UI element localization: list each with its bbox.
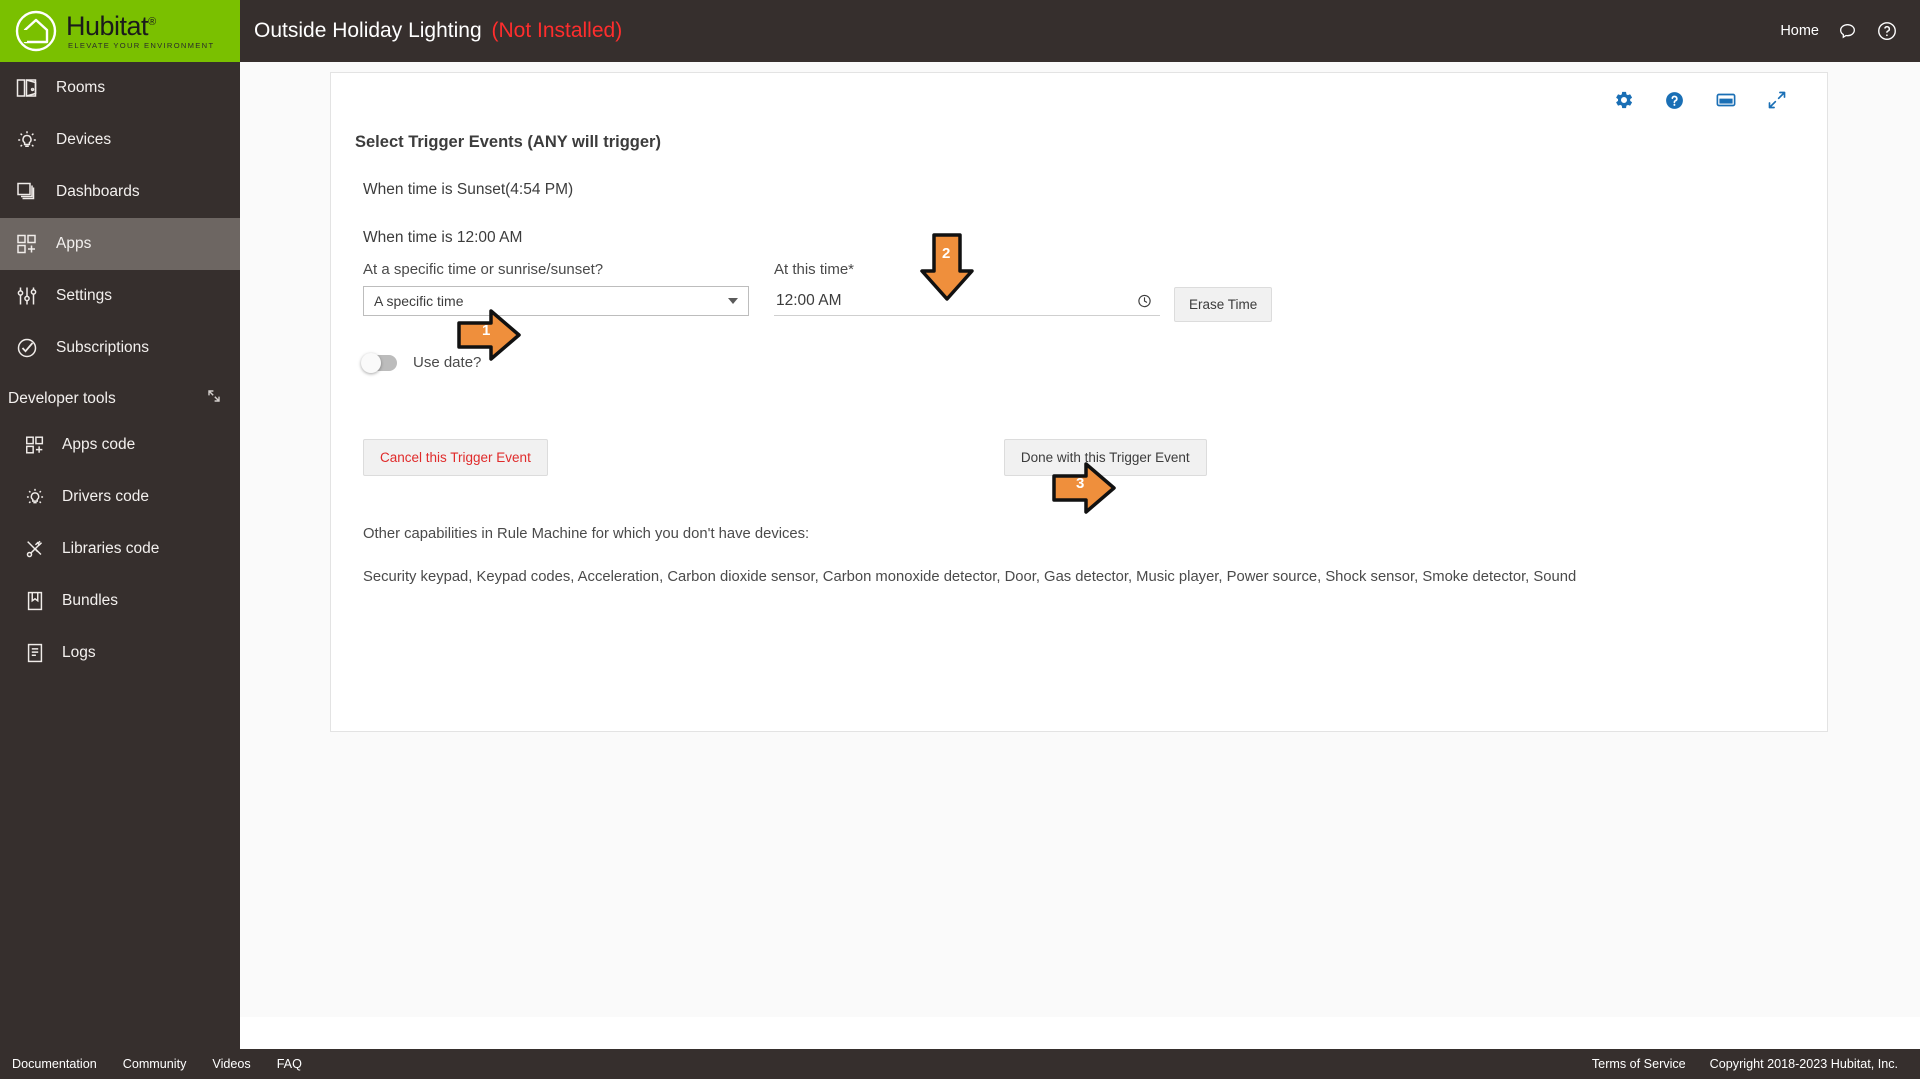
sidebar-item-label: Settings [56,287,113,304]
sidebar-item-label: Subscriptions [56,339,150,356]
sidebar-item-label: Logs [62,644,96,661]
capabilities-title: Other capabilities in Rule Machine for w… [363,526,810,542]
sidebar-item-dashboards[interactable]: Dashboards [0,166,240,218]
brand-name: Hubitat [66,10,149,41]
trigger-config-row: At a specific time or sunrise/sunset? A … [363,261,1827,322]
logs-icon [22,640,48,666]
card-toolbar [331,73,1827,111]
toggle-knob [361,352,381,373]
use-date-toggle[interactable] [361,352,397,373]
sidebar-item-label: Drivers code [62,488,149,505]
sidebar-item-apps[interactable]: Apps [0,218,240,270]
time-mode-field: At a specific time or sunrise/sunset? A … [363,261,755,316]
footer: Documentation Community Videos FAQ Terms… [0,1049,1920,1079]
at-this-time-value: 12:00 AM [776,291,842,309]
sidebar-item-label: Bundles [62,592,119,609]
primary-nav: Rooms Devices Dashboards Apps Settings S… [0,62,240,679]
topbar-actions: Home [1780,20,1898,42]
sidebar-item-apps-code[interactable]: Apps code [0,419,240,471]
chevron-down-icon [728,298,738,304]
rooms-icon [14,75,40,101]
hubitat-house-icon [14,9,58,53]
libraries-code-icon [22,536,48,562]
sidebar-item-libraries-code[interactable]: Libraries code [0,523,240,575]
time-mode-value: A specific time [374,293,464,309]
at-this-time-input[interactable]: 12:00 AM [774,286,1160,316]
collapse-icon[interactable] [206,388,222,409]
help-icon[interactable] [1664,90,1685,111]
drivers-code-icon [22,484,48,510]
bundles-icon [22,588,48,614]
done-trigger-event-button[interactable]: Done with this Trigger Event [1003,439,1207,476]
time-mode-label: At a specific time or sunrise/sunset? [363,261,604,278]
footer-legal: Terms of Service Copyright 2018-2023 Hub… [1592,1057,1898,1071]
footer-link-community[interactable]: Community [123,1057,187,1071]
app-card: Select Trigger Events (ANY will trigger)… [330,72,1828,732]
clock-icon[interactable] [1137,293,1152,308]
cancel-trigger-event-button[interactable]: Cancel this Trigger Event [363,439,548,476]
trigger-event-item[interactable]: When time is Sunset(4:54 PM) [363,181,1827,199]
install-status-badge: (Not Installed) [491,19,623,42]
sidebar-item-label: Apps [56,235,92,252]
main-area: Select Trigger Events (ANY will trigger)… [240,62,1920,1017]
developer-tools-section[interactable]: Developer tools [0,374,240,419]
brand-tagline: ELEVATE YOUR ENVIRONMENT [68,40,215,50]
sidebar-item-rooms[interactable]: Rooms [0,62,240,114]
footer-link-videos[interactable]: Videos [212,1057,250,1071]
sidebar-item-label: Dashboards [56,183,140,200]
window-icon[interactable] [1715,89,1737,111]
card-content: Select Trigger Events (ANY will trigger)… [331,111,1827,585]
use-date-row: Use date? [361,352,1827,373]
page-title-text: Outside Holiday Lighting [254,19,482,42]
at-this-time-field: At this time* 12:00 AM Erase Time [774,261,1273,322]
apps-icon [14,231,40,257]
devices-icon [14,127,40,153]
time-mode-select[interactable]: A specific time [363,286,749,316]
trigger-event-item[interactable]: When time is 12:00 AM [363,229,1827,247]
gear-icon[interactable] [1614,90,1634,110]
settings-icon [14,283,40,309]
sidebar-item-label: Rooms [56,79,106,96]
footer-links: Documentation Community Videos FAQ [12,1057,302,1071]
sidebar-item-label: Devices [56,131,112,148]
apps-code-icon [22,432,48,458]
action-buttons-row: Cancel this Trigger Event Done with this… [363,439,1827,476]
sidebar-item-label: Libraries code [62,540,160,557]
topbar: Outside Holiday Lighting (Not Installed)… [240,0,1920,62]
page-title: Outside Holiday Lighting (Not Installed) [254,19,622,43]
copyright-text: Copyright 2018-2023 Hubitat, Inc. [1709,1057,1898,1071]
sidebar-item-subscriptions[interactable]: Subscriptions [0,322,240,374]
brand-logo[interactable]: Hubitat® ELEVATE YOUR ENVIRONMENT [0,0,240,62]
sidebar: Hubitat® ELEVATE YOUR ENVIRONMENT Rooms [0,0,240,1079]
at-this-time-label: At this time* [774,261,855,278]
developer-tools-label: Developer tools [8,389,116,407]
expand-icon[interactable] [1767,90,1787,110]
capabilities-list: Security keypad, Keypad codes, Accelerat… [363,569,1577,585]
help-circle-icon[interactable] [1876,20,1898,42]
sidebar-item-settings[interactable]: Settings [0,270,240,322]
sidebar-item-drivers-code[interactable]: Drivers code [0,471,240,523]
developer-tools-nav: Apps code Drivers code Libraries code Bu… [0,419,240,679]
subscriptions-icon [14,335,40,361]
terms-of-service-link[interactable]: Terms of Service [1592,1057,1686,1071]
chat-bubble-icon[interactable] [1837,21,1858,42]
footer-link-documentation[interactable]: Documentation [12,1057,97,1071]
home-link[interactable]: Home [1780,23,1819,39]
app-root: Hubitat® ELEVATE YOUR ENVIRONMENT Rooms [0,0,1920,1079]
sidebar-item-label: Apps code [62,436,136,453]
dashboards-icon [14,179,40,205]
erase-time-button[interactable]: Erase Time [1174,287,1273,322]
sidebar-item-devices[interactable]: Devices [0,114,240,166]
sidebar-item-bundles[interactable]: Bundles [0,575,240,627]
footer-link-faq[interactable]: FAQ [277,1057,302,1071]
brand-trademark: ® [148,15,156,28]
sidebar-item-logs[interactable]: Logs [0,627,240,679]
use-date-label: Use date? [413,354,482,371]
section-title: Select Trigger Events (ANY will trigger) [355,133,661,151]
